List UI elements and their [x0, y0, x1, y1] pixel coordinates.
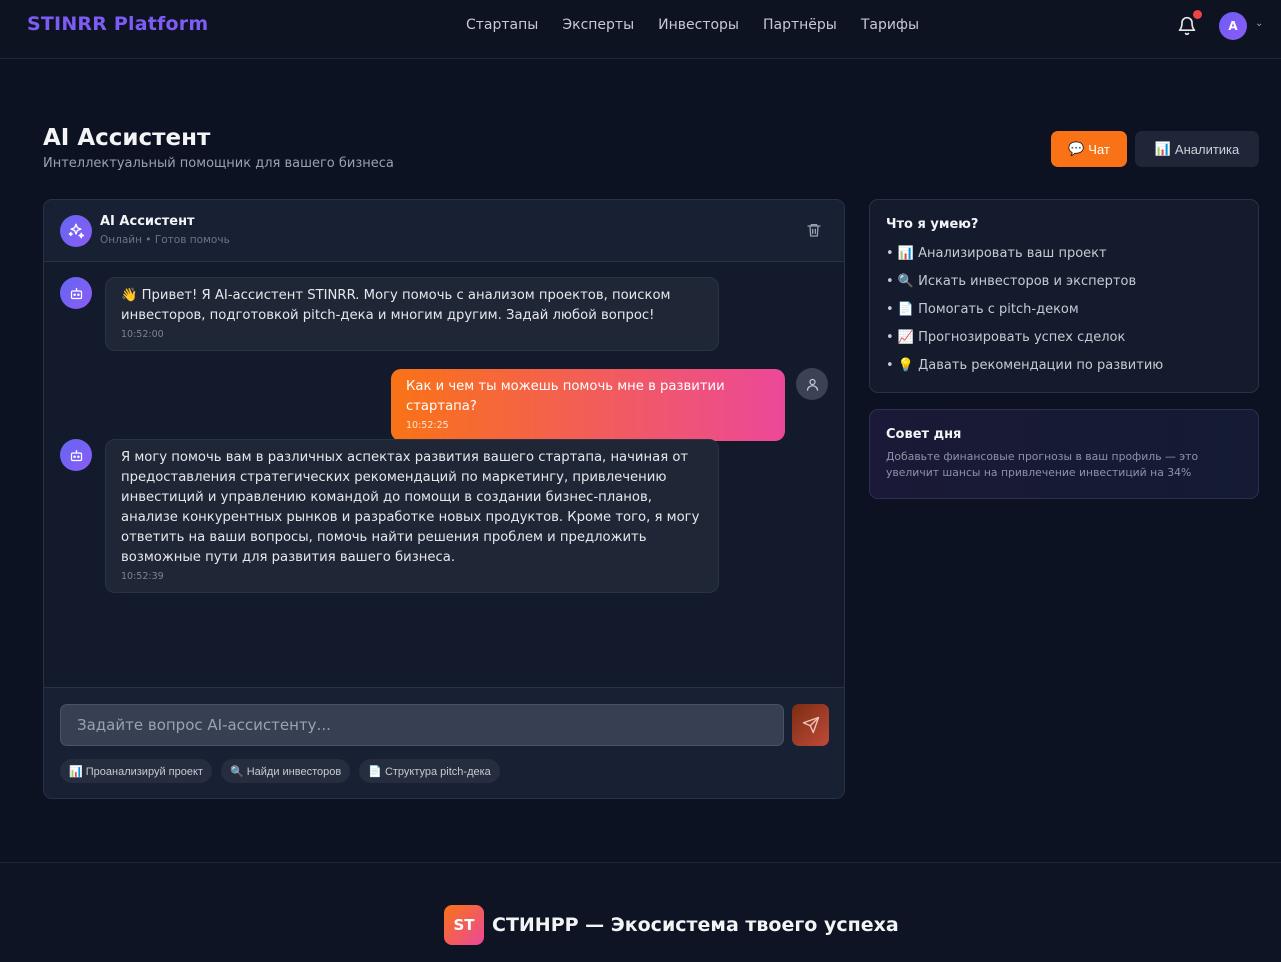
- assistant-message: 👋 Привет! Я AI-ассистент STINRR. Могу по…: [105, 277, 719, 351]
- chat-input[interactable]: [60, 704, 784, 746]
- bot-icon: [60, 439, 92, 471]
- skills-title: Что я умею?: [886, 217, 979, 232]
- message-text: Как и чем ты можешь помочь мне в развити…: [406, 379, 725, 414]
- nav-investors[interactable]: Инвесторы: [658, 17, 739, 33]
- tip-title: Совет дня: [886, 427, 962, 442]
- send-icon: [802, 716, 819, 734]
- brand-logo[interactable]: STINRR Platform: [27, 13, 208, 35]
- chat-tab-label: Чат: [1088, 141, 1110, 157]
- analytics-tab-label: Аналитика: [1174, 141, 1240, 157]
- skill-item: • 💡 Давать рекомендации по развитию: [886, 358, 1164, 373]
- quick-action-pitch-deck[interactable]: 📄 Структура pitch-дека: [359, 759, 500, 783]
- assistant-message: Я могу помочь вам в различных аспектах р…: [105, 439, 719, 593]
- bell-icon[interactable]: [1177, 15, 1197, 37]
- page-subtitle: Интеллектуальный помощник для вашего биз…: [43, 156, 394, 171]
- skills-list: • 📊 Анализировать ваш проект • 🔍 Искать …: [886, 240, 1242, 380]
- quick-actions: 📊 Проанализируй проект 🔍 Найди инвесторо…: [60, 759, 500, 783]
- user-avatar-button[interactable]: A: [1219, 12, 1247, 40]
- quick-action-find-investors[interactable]: 🔍 Найди инвесторов: [220, 759, 351, 783]
- nav-startups[interactable]: Стартапы: [466, 17, 538, 33]
- message-time: 10:52:00: [121, 329, 164, 340]
- nav-partners[interactable]: Партнёры: [763, 17, 837, 33]
- message-text: Я могу помочь вам в различных аспектах р…: [121, 450, 700, 565]
- assistant-status: Онлайн • Готов помочь: [100, 234, 230, 246]
- footer: ST СТИНРР — Экосистема твоего успеха: [0, 862, 1281, 962]
- skill-item: • 📄 Помогать с pitch-деком: [886, 302, 1079, 317]
- trash-icon[interactable]: [806, 221, 822, 239]
- assistant-avatar: [60, 215, 92, 247]
- main-nav: Стартапы Эксперты Инвесторы Партнёры Тар…: [466, 17, 919, 33]
- assistant-name: AI Ассистент: [100, 214, 195, 229]
- tip-of-the-day-card: Совет дня Добавьте финансовые прогнозы в…: [869, 409, 1259, 499]
- nav-experts[interactable]: Эксперты: [562, 17, 634, 33]
- message-time: 10:52:39: [121, 571, 164, 582]
- chat-header: AI Ассистент Онлайн • Готов помочь: [44, 200, 844, 262]
- bot-icon: [60, 277, 92, 309]
- skill-item: • 📈 Прогнозировать успех сделок: [886, 330, 1126, 345]
- notification-dot: [1193, 10, 1202, 19]
- user-icon: [796, 368, 828, 400]
- tip-text: Добавьте финансовые прогнозы в ваш профи…: [886, 450, 1199, 479]
- chevron-down-icon[interactable]: ⌄: [1255, 18, 1263, 29]
- footer-logo: ST: [444, 905, 484, 945]
- skills-card: Что я умею? • 📊 Анализировать ваш проект…: [869, 199, 1259, 393]
- chat-input-area: 📊 Проанализируй проект 🔍 Найди инвесторо…: [44, 687, 844, 798]
- footer-title: СТИНРР — Экосистема твоего успеха: [492, 914, 899, 936]
- page-title: AI Ассистент: [43, 125, 211, 151]
- send-button[interactable]: [792, 704, 829, 746]
- top-navigation-bar: STINRR Platform Стартапы Эксперты Инвест…: [0, 0, 1281, 59]
- analytics-tab-button[interactable]: 📊 Аналитика: [1135, 131, 1259, 167]
- speech-bubble-icon: 💬: [1068, 141, 1085, 156]
- message-text: 👋 Привет! Я AI-ассистент STINRR. Могу по…: [121, 288, 671, 323]
- chat-panel: AI Ассистент Онлайн • Готов помочь 👋 При…: [43, 199, 845, 799]
- nav-pricing[interactable]: Тарифы: [861, 17, 919, 33]
- message-time: 10:52:25: [406, 420, 449, 431]
- quick-action-analyze[interactable]: 📊 Проанализируй проект: [60, 759, 212, 783]
- skill-item: • 🔍 Искать инвесторов и экспертов: [886, 274, 1137, 289]
- chat-tab-button[interactable]: 💬 Чат: [1051, 131, 1127, 167]
- user-message: Как и чем ты можешь помочь мне в развити…: [391, 369, 785, 441]
- bar-chart-icon: 📊: [1154, 141, 1171, 156]
- sparkles-icon: [68, 223, 85, 239]
- skill-item: • 📊 Анализировать ваш проект: [886, 246, 1107, 261]
